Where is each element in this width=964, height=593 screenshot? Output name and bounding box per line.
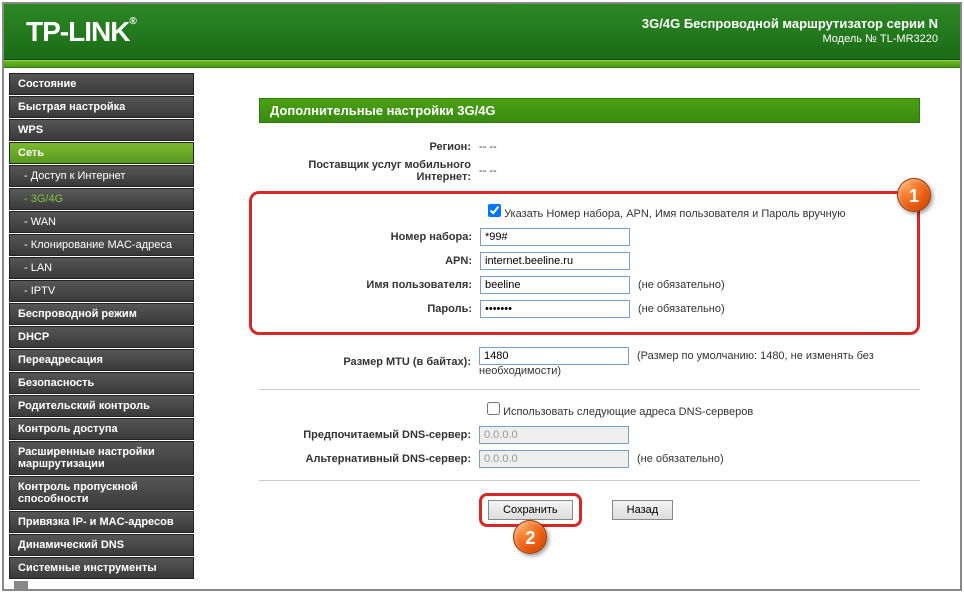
- sidebar-item-iptv[interactable]: - IPTV: [9, 280, 194, 302]
- dns2-label: Альтернативный DNS-сервер:: [259, 453, 479, 465]
- manual-checkbox[interactable]: [488, 204, 501, 217]
- sidebar-scrollbar[interactable]: [14, 581, 28, 589]
- sidebar-item-bandwidth[interactable]: Контроль пропускной способности: [9, 476, 194, 510]
- dns1-input[interactable]: [479, 426, 629, 444]
- sidebar-item-internet-access[interactable]: - Доступ к Интернет: [9, 165, 194, 187]
- provider-label: Поставщик услуг мобильного Интернет:: [259, 159, 479, 183]
- password-label: Пароль:: [260, 303, 480, 315]
- section-title: Дополнительные настройки 3G/4G: [259, 98, 920, 123]
- sidebar-item-quicksetup[interactable]: Быстрая настройка: [9, 96, 194, 118]
- username-note: (не обязательно): [638, 279, 725, 291]
- region-label: Регион:: [259, 141, 479, 153]
- sidebar-item-wireless[interactable]: Беспроводной режим: [9, 303, 194, 325]
- separator-2: [259, 480, 920, 481]
- sidebar-item-parental[interactable]: Родительский контроль: [9, 395, 194, 417]
- accent-bar: [4, 60, 960, 68]
- mtu-input[interactable]: [479, 347, 629, 365]
- dns1-label: Предпочитаемый DNS-сервер:: [259, 429, 479, 441]
- header-model: Модель № TL-MR3220: [642, 33, 938, 45]
- dial-input[interactable]: [480, 228, 630, 246]
- dns-checkbox-label: Использовать следующие адреса DNS-сервер…: [503, 406, 753, 418]
- password-input[interactable]: [480, 300, 630, 318]
- sidebar-item-mac-clone[interactable]: - Клонирование MAC-адреса: [9, 234, 194, 256]
- dns-checkbox[interactable]: [487, 402, 500, 415]
- dns2-input[interactable]: [479, 450, 629, 468]
- sidebar-item-dhcp[interactable]: DHCP: [9, 326, 194, 348]
- manual-checkbox-label: Указать Номер набора, APN, Имя пользоват…: [504, 208, 845, 220]
- apn-label: APN:: [260, 255, 480, 267]
- back-button[interactable]: Назад: [612, 500, 674, 520]
- dial-label: Номер набора:: [260, 231, 480, 243]
- callout-1: 1: [897, 178, 931, 212]
- dns2-note: (не обязательно): [637, 453, 724, 465]
- highlight-box-1: 1 Указать Номер набора, APN, Имя пользов…: [249, 191, 920, 335]
- separator: [259, 389, 920, 390]
- sidebar: Состояние Быстрая настройка WPS Сеть - Д…: [4, 68, 199, 589]
- sidebar-item-routing[interactable]: Расширенные настройки маршрутизации: [9, 441, 194, 475]
- header-title: 3G/4G Беспроводной маршрутизатор серии N: [642, 16, 938, 31]
- brand-logo: TP-LINK®: [26, 16, 136, 48]
- sidebar-item-ddns[interactable]: Динамический DNS: [9, 534, 194, 556]
- content-area: Дополнительные настройки 3G/4G Регион: -…: [199, 68, 960, 589]
- apn-input[interactable]: [480, 252, 630, 270]
- region-value: -- --: [479, 141, 920, 153]
- sidebar-item-network[interactable]: Сеть: [9, 142, 194, 164]
- sidebar-item-system-tools[interactable]: Системные инструменты: [9, 557, 194, 579]
- sidebar-item-wps[interactable]: WPS: [9, 119, 194, 141]
- password-note: (не обязательно): [638, 303, 725, 315]
- sidebar-item-ip-mac-binding[interactable]: Привязка IP- и MAC-адресов: [9, 511, 194, 533]
- sidebar-item-status[interactable]: Состояние: [9, 73, 194, 95]
- callout-2: 2: [513, 520, 547, 554]
- sidebar-item-3g4g[interactable]: - 3G/4G: [9, 188, 194, 210]
- sidebar-item-lan[interactable]: - LAN: [9, 257, 194, 279]
- sidebar-item-security[interactable]: Безопасность: [9, 372, 194, 394]
- header: TP-LINK® 3G/4G Беспроводной маршрутизато…: [4, 4, 960, 60]
- sidebar-item-wan[interactable]: - WAN: [9, 211, 194, 233]
- provider-value: -- --: [479, 165, 920, 177]
- username-label: Имя пользователя:: [260, 279, 480, 291]
- username-input[interactable]: [480, 276, 630, 294]
- highlight-box-2: Сохранить 2: [479, 493, 582, 527]
- mtu-label: Размер MTU (в байтах):: [259, 356, 479, 368]
- sidebar-item-access-control[interactable]: Контроль доступа: [9, 418, 194, 440]
- save-button[interactable]: Сохранить: [488, 500, 573, 520]
- sidebar-item-forwarding[interactable]: Переадресация: [9, 349, 194, 371]
